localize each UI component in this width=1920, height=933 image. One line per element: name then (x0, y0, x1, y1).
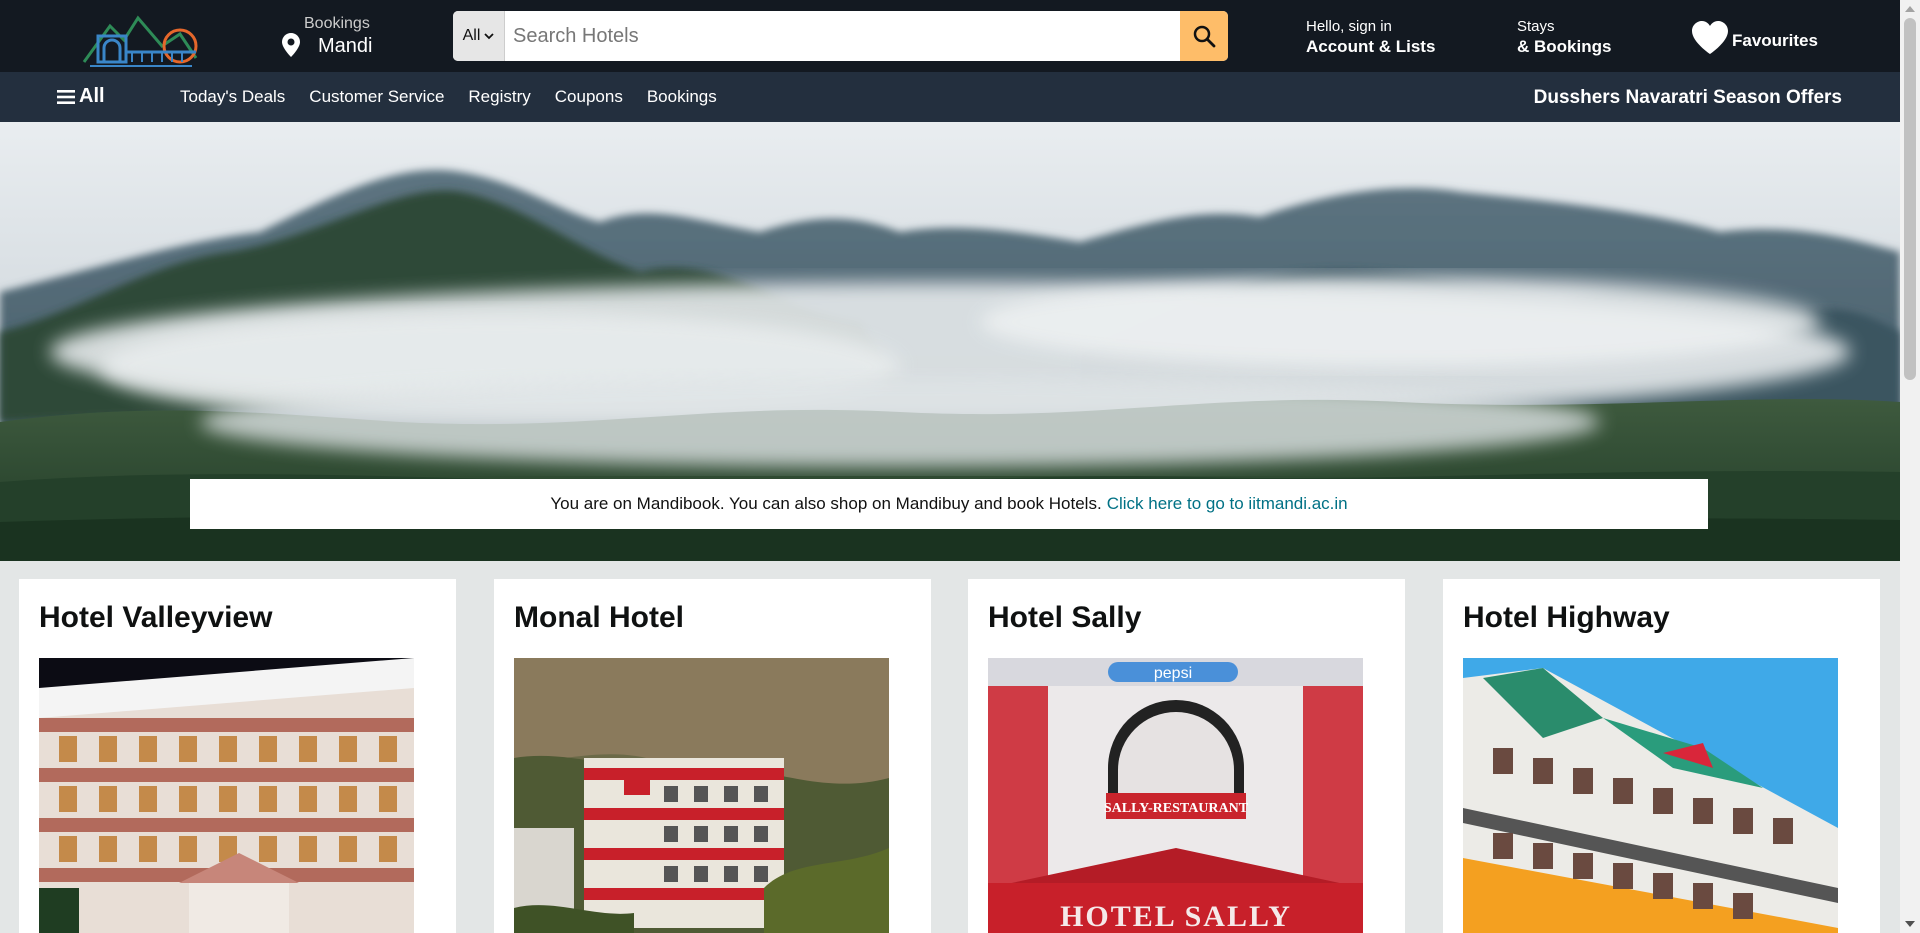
hotel-cards: Hotel Valleyview Monal Hotel Hotel Sally… (0, 561, 1900, 933)
stays-label: Stays (1517, 18, 1555, 35)
location-label: Bookings (304, 15, 370, 32)
hotel-photo[interactable] (1463, 658, 1838, 933)
hotel-sign-text: HOTEL SALLY (1060, 900, 1292, 933)
iitmandi-link[interactable]: Click here to go to iitmandi.ac.in (1107, 494, 1348, 514)
top-header: Bookings Mandi All Hello, sign in Accoun… (0, 0, 1900, 72)
heart-icon (1692, 21, 1728, 54)
nav-link-bookings[interactable]: Bookings (647, 87, 717, 107)
nav-link-registry[interactable]: Registry (468, 87, 530, 107)
hotel-card[interactable]: Monal Hotel (494, 579, 931, 933)
pepsi-sign-text: pepsi (1154, 665, 1192, 682)
season-offer-link[interactable]: Dusshers Navaratri Season Offers (1534, 87, 1842, 109)
hotel-card[interactable]: Hotel Highway (1443, 579, 1880, 933)
location-selector[interactable]: Bookings Mandi (278, 13, 398, 59)
favourites-link[interactable]: Favourites (1690, 18, 1818, 58)
search-category-select[interactable]: All (453, 11, 505, 61)
hotel-name[interactable]: Hotel Sally (988, 601, 1141, 635)
search-input[interactable] (505, 11, 1180, 61)
scrollbar-thumb[interactable] (1904, 18, 1916, 380)
stays-bookings-link[interactable]: Stays & Bookings (1517, 18, 1611, 57)
search-bar: All (453, 11, 1228, 61)
search-icon (1193, 25, 1216, 48)
nav-links: Today's Deals Customer Service Registry … (180, 87, 717, 107)
chevron-down-icon (484, 32, 495, 39)
account-menu[interactable]: Hello, sign in Account & Lists (1306, 18, 1435, 57)
page-scrollbar[interactable] (1900, 0, 1920, 933)
hotel-card[interactable]: Hotel Sally pepsi SALLY-RESTAURANT HOTEL… (968, 579, 1405, 933)
hotel-photo[interactable] (39, 658, 414, 933)
hotel-name[interactable]: Hotel Highway (1463, 601, 1670, 635)
notice-text: You are on Mandibook. You can also shop … (550, 494, 1102, 513)
favourites-label: Favourites (1732, 31, 1818, 50)
hotel-card[interactable]: Hotel Valleyview (19, 579, 456, 933)
bookings-label: & Bookings (1517, 37, 1612, 56)
hotel-photo[interactable] (514, 658, 889, 933)
scroll-up-arrow-icon[interactable] (1905, 6, 1915, 12)
restaurant-sign-text: SALLY-RESTAURANT (1104, 801, 1249, 816)
scroll-down-arrow-icon[interactable] (1905, 921, 1915, 927)
hotel-name[interactable]: Monal Hotel (514, 601, 684, 635)
notice-banner: You are on Mandibook. You can also shop … (190, 479, 1708, 529)
hotel-photo[interactable]: pepsi SALLY-RESTAURANT HOTEL SALLY (988, 658, 1363, 933)
account-lists-label: Account & Lists (1306, 37, 1436, 56)
hotel-name[interactable]: Hotel Valleyview (39, 601, 272, 635)
account-greeting: Hello, sign in (1306, 18, 1392, 35)
nav-link-coupons[interactable]: Coupons (555, 87, 623, 107)
nav-link-todays-deals[interactable]: Today's Deals (180, 87, 285, 107)
nav-link-customer-service[interactable]: Customer Service (309, 87, 444, 107)
search-button[interactable] (1180, 11, 1228, 61)
all-menu-label: All (79, 85, 105, 107)
hamburger-icon (57, 89, 75, 104)
search-category-label: All (462, 27, 481, 44)
site-logo[interactable] (80, 12, 200, 70)
map-pin-icon (282, 33, 300, 57)
location-value: Mandi (318, 35, 373, 57)
all-menu-button[interactable]: All (57, 85, 105, 108)
nav-bar: All Today's Deals Customer Service Regis… (0, 72, 1900, 122)
